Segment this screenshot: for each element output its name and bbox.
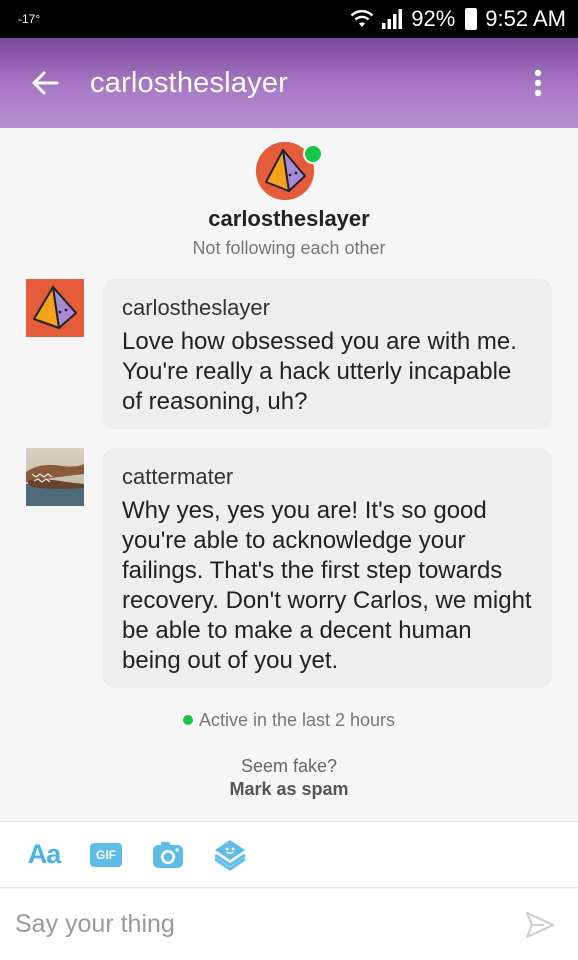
text-style-button[interactable]: Aa bbox=[26, 837, 62, 873]
back-arrow-icon bbox=[32, 71, 59, 95]
mark-as-spam-link[interactable]: Mark as spam bbox=[0, 779, 578, 800]
profile-name[interactable]: carlostheslayer bbox=[0, 206, 578, 232]
send-icon bbox=[525, 911, 555, 939]
send-button[interactable] bbox=[524, 909, 556, 941]
online-indicator bbox=[303, 144, 323, 164]
activity-status: Active in the last 2 hours bbox=[0, 710, 578, 731]
status-bar: -17° 92% 9:52 AM bbox=[0, 0, 578, 38]
wifi-icon bbox=[350, 10, 374, 27]
message-sender[interactable]: carlostheslayer bbox=[122, 295, 532, 321]
gif-button[interactable]: GIF bbox=[88, 837, 124, 873]
back-button[interactable] bbox=[0, 38, 90, 128]
crocodile-photo-avatar bbox=[26, 448, 84, 506]
temperature: -17° bbox=[18, 12, 41, 26]
spam-prompt: Seem fake? bbox=[240, 756, 338, 776]
camera-icon bbox=[153, 841, 183, 868]
conversation-title: carlostheslayer bbox=[90, 66, 289, 99]
text-style-label: Aa bbox=[27, 839, 62, 869]
message-text: Love how obsessed you are with me. You'r… bbox=[122, 328, 517, 415]
camera-button[interactable] bbox=[150, 837, 186, 873]
activity-text: Active in the last 2 hours bbox=[198, 710, 396, 730]
pyramid-avatar-icon bbox=[26, 279, 84, 337]
relationship-status: Not following each other bbox=[192, 238, 386, 258]
gif-label: GIF bbox=[90, 842, 122, 867]
composer-toolbar: Aa GIF bbox=[0, 821, 578, 888]
clock: 9:52 AM bbox=[485, 6, 566, 31]
message-input[interactable] bbox=[15, 910, 495, 939]
signal-icon bbox=[382, 9, 403, 29]
sender-avatar[interactable] bbox=[26, 448, 84, 506]
message-text: Why yes, yes you are! It's so good you'r… bbox=[122, 497, 532, 674]
battery-icon bbox=[465, 8, 478, 30]
online-indicator bbox=[182, 715, 193, 725]
battery-percent: 92% bbox=[411, 6, 456, 31]
message-bubble: cattermater Why yes, yes you are! It's s… bbox=[103, 448, 552, 688]
overflow-menu-button[interactable] bbox=[498, 38, 578, 128]
message-composer bbox=[0, 889, 578, 960]
sticker-button[interactable] bbox=[212, 837, 248, 873]
app-bar: carlostheslayer bbox=[0, 38, 578, 128]
more-vertical-icon bbox=[534, 69, 542, 97]
message-bubble: carlostheslayer Love how obsessed you ar… bbox=[103, 279, 552, 429]
message-sender[interactable]: cattermater bbox=[122, 464, 532, 490]
sticker-stack-icon bbox=[214, 839, 246, 870]
sender-avatar[interactable] bbox=[26, 279, 84, 337]
status-icons: 92% 9:52 AM bbox=[349, 6, 566, 32]
